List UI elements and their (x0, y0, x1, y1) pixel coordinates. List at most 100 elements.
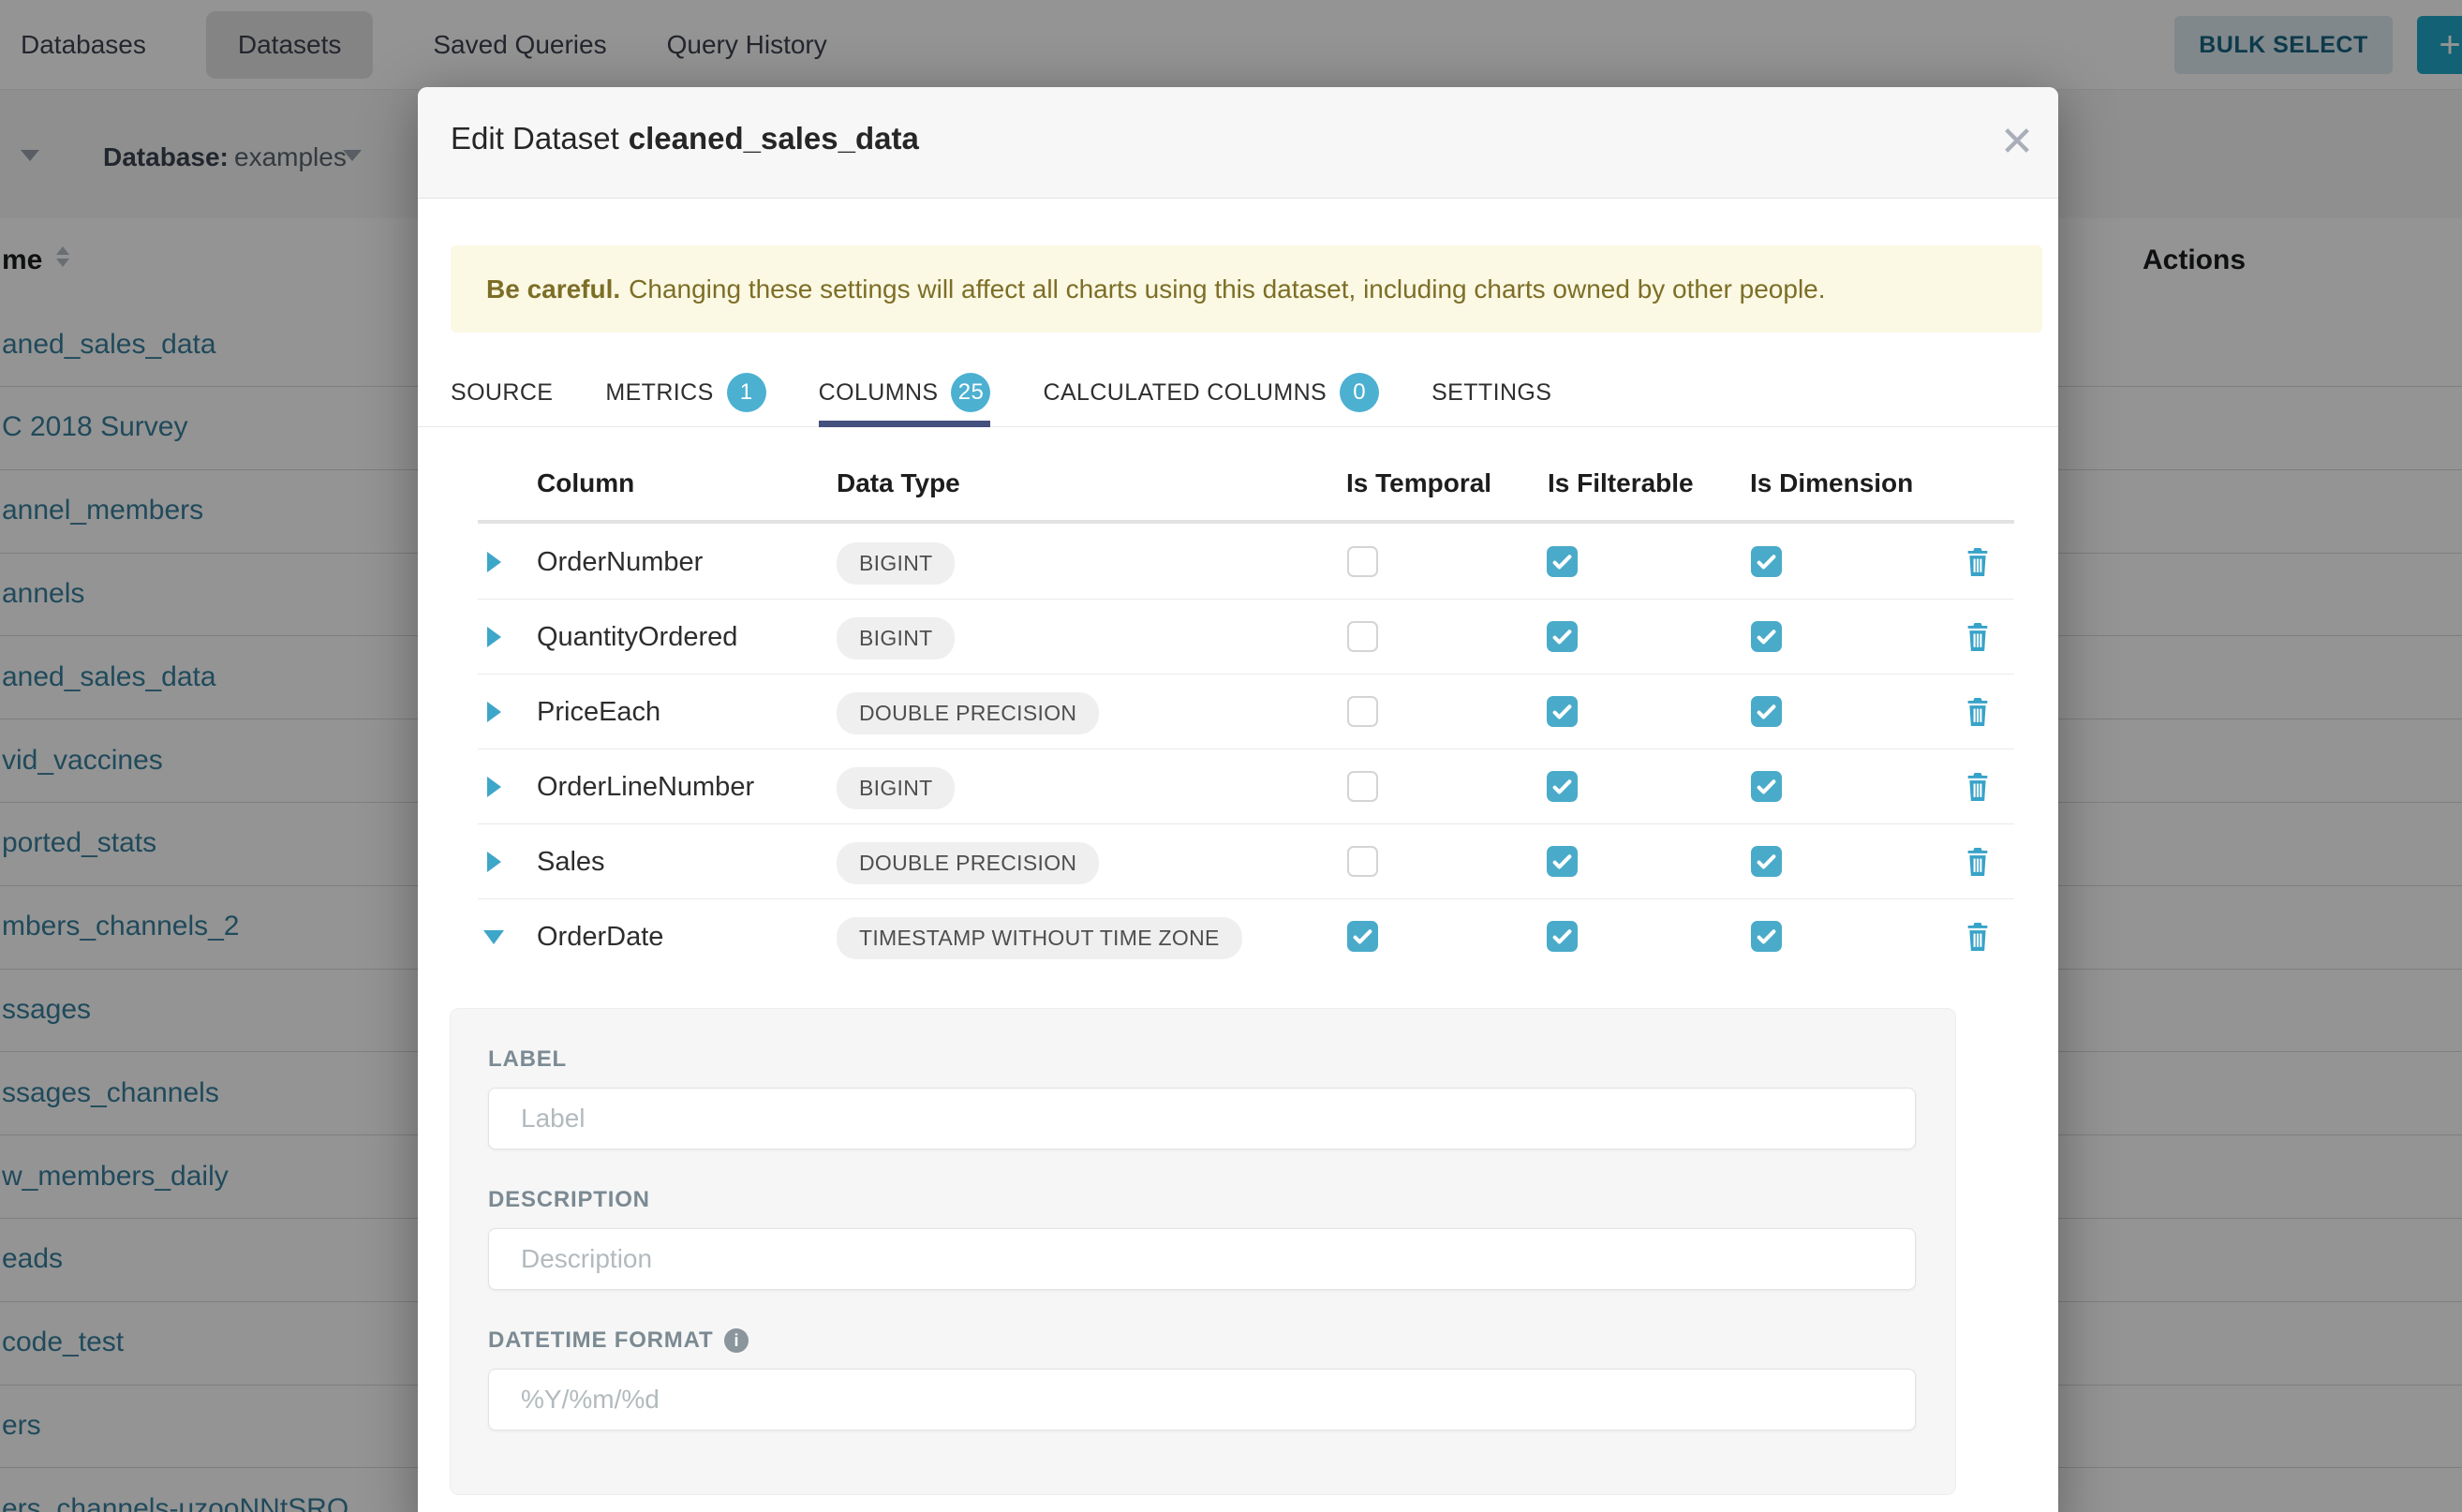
column-name: PriceEach (537, 697, 660, 728)
expand-caret-icon[interactable] (487, 702, 501, 722)
modal-title-dataset-name: cleaned_sales_data (629, 121, 919, 156)
is-filterable-checkbox[interactable] (1547, 621, 1578, 652)
tab-source[interactable]: SOURCE (451, 359, 553, 427)
trash-icon (1964, 697, 1992, 727)
column-header-data-type: Data Type (837, 468, 960, 521)
check-icon (1550, 849, 1575, 874)
modal-title-prefix: Edit Dataset (451, 121, 619, 156)
warning-banner: Be careful. Changing these settings will… (451, 245, 2042, 333)
is-dimension-checkbox[interactable] (1751, 546, 1782, 577)
collapse-caret-icon[interactable] (483, 930, 504, 944)
column-name: OrderDate (537, 922, 663, 953)
modal-tabs: SOURCE METRICS 1 COLUMNS 25 CALCULATED COLUMN… (418, 359, 2058, 427)
expand-caret-icon[interactable] (487, 552, 501, 572)
description-heading: DESCRIPTION (488, 1187, 1916, 1213)
info-icon[interactable]: i (724, 1328, 749, 1353)
column-header-is-temporal: Is Temporal (1346, 468, 1491, 521)
description-input[interactable] (488, 1228, 1916, 1290)
tab-label: SOURCE (451, 379, 553, 407)
check-icon (1754, 849, 1779, 874)
description-field-group: DESCRIPTION (488, 1187, 1916, 1290)
datetime-format-input[interactable] (488, 1369, 1916, 1430)
tab-settings[interactable]: SETTINGS (1431, 359, 1551, 427)
columns-rows: OrderNumberBIGINTQuantityOrderedBIGINTPr… (418, 525, 2058, 973)
column-header-is-filterable: Is Filterable (1548, 468, 1694, 521)
delete-column-button[interactable] (1964, 922, 1992, 952)
tab-count-badge: 0 (1340, 373, 1379, 412)
tab-label: COLUMNS (819, 379, 939, 407)
check-icon (1550, 924, 1575, 949)
warning-text: Changing these settings will affect all … (629, 274, 1825, 304)
expand-caret-icon[interactable] (487, 777, 501, 797)
check-icon (1550, 624, 1575, 649)
data-type-pill: DOUBLE PRECISION (837, 692, 1099, 734)
tab-label: SETTINGS (1431, 379, 1551, 407)
is-filterable-checkbox[interactable] (1547, 846, 1578, 877)
datetime-format-field-group: DATETIME FORMAT i (488, 1327, 1916, 1430)
edit-dataset-modal: Edit Dataset cleaned_sales_data ✕ Be care… (418, 87, 2058, 1512)
tab-label: CALCULATED COLUMNS (1043, 379, 1327, 407)
column-row-sales: Sales DOUBLE PRECISION (478, 824, 2014, 899)
is-temporal-checkbox[interactable] (1347, 771, 1378, 802)
modal-header: Edit Dataset cleaned_sales_data ✕ (418, 87, 2058, 199)
delete-column-button[interactable] (1964, 772, 1992, 802)
is-dimension-checkbox[interactable] (1751, 771, 1782, 802)
is-dimension-checkbox[interactable] (1751, 621, 1782, 652)
delete-column-button[interactable] (1964, 847, 1992, 877)
expand-caret-icon[interactable] (487, 852, 501, 872)
label-heading: LABEL (488, 1046, 1916, 1073)
column-row-quantityordered: QuantityOrderedBIGINT (478, 600, 2014, 674)
tab-metrics[interactable]: METRICS 1 (605, 359, 765, 427)
delete-column-button[interactable] (1964, 622, 1992, 652)
data-type-pill: BIGINT (837, 542, 955, 585)
table-header-divider (478, 520, 2014, 524)
is-dimension-checkbox[interactable] (1751, 846, 1782, 877)
data-type-pill: DOUBLE PRECISION (837, 842, 1099, 884)
is-filterable-checkbox[interactable] (1547, 696, 1578, 727)
column-row-orderlinenumber: OrderLineNumberBIGINT (478, 749, 2014, 824)
expand-caret-icon[interactable] (487, 627, 501, 647)
is-temporal-checkbox[interactable] (1347, 921, 1378, 952)
trash-icon (1964, 922, 1992, 952)
is-filterable-checkbox[interactable] (1547, 546, 1578, 577)
column-name: OrderNumber (537, 547, 703, 578)
is-temporal-checkbox[interactable] (1347, 546, 1378, 577)
close-icon[interactable]: ✕ (1984, 110, 2050, 175)
is-dimension-checkbox[interactable] (1751, 696, 1782, 727)
label-input[interactable] (488, 1088, 1916, 1149)
label-field-group: LABEL (488, 1046, 1916, 1149)
is-temporal-checkbox[interactable] (1347, 846, 1378, 877)
is-filterable-checkbox[interactable] (1547, 771, 1578, 802)
check-icon (1350, 924, 1375, 949)
datetime-format-heading: DATETIME FORMAT (488, 1327, 713, 1354)
check-icon (1754, 774, 1779, 799)
tab-label: METRICS (605, 379, 713, 407)
tab-columns[interactable]: COLUMNS 25 (819, 359, 991, 427)
column-name: QuantityOrdered (537, 622, 737, 653)
delete-column-button[interactable] (1964, 547, 1992, 577)
column-header-is-dimension: Is Dimension (1750, 468, 1913, 521)
column-row-priceeach: PriceEach DOUBLE PRECISION (478, 674, 2014, 749)
is-temporal-checkbox[interactable] (1347, 696, 1378, 727)
trash-icon (1964, 772, 1992, 802)
warning-bold-text: Be careful. (486, 274, 620, 304)
column-row-ordernumber: OrderNumber BIGINT (478, 525, 2014, 600)
data-type-pill: TIMESTAMP WITHOUT TIME ZONE (837, 917, 1242, 959)
tab-count-badge: 1 (727, 373, 766, 412)
is-temporal-checkbox[interactable] (1347, 621, 1378, 652)
is-dimension-checkbox[interactable] (1751, 921, 1782, 952)
column-detail-panel: LABEL DESCRIPTION DATETIME FORMAT i (450, 1008, 1956, 1495)
check-icon (1754, 924, 1779, 949)
column-header-column: Column (537, 468, 634, 521)
trash-icon (1964, 847, 1992, 877)
check-icon (1550, 549, 1575, 574)
tab-calculated-columns[interactable]: CALCULATED COLUMNS 0 (1043, 359, 1379, 427)
check-icon (1754, 549, 1779, 574)
is-filterable-checkbox[interactable] (1547, 921, 1578, 952)
delete-column-button[interactable] (1964, 697, 1992, 727)
trash-icon (1964, 547, 1992, 577)
check-icon (1754, 624, 1779, 649)
tab-count-badge: 25 (951, 373, 990, 412)
check-icon (1550, 699, 1575, 724)
column-name: Sales (537, 847, 605, 878)
